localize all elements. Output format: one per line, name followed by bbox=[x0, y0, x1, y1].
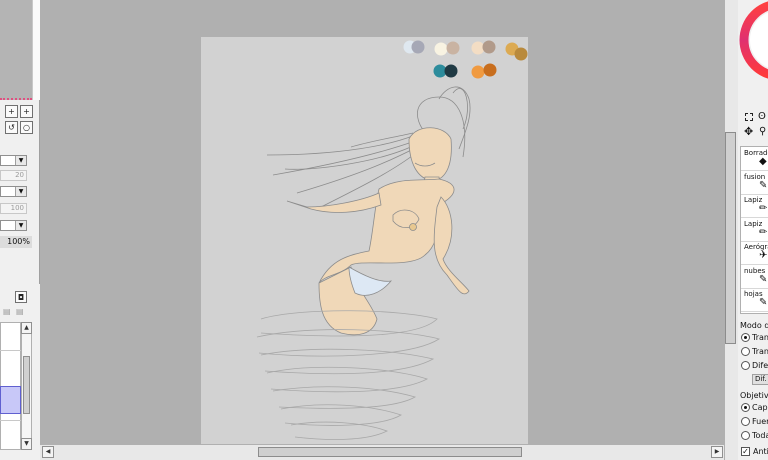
tool-item[interactable]: Borrado◆ bbox=[741, 147, 768, 171]
navigator-scrollbar[interactable] bbox=[32, 0, 40, 100]
hair-stroke bbox=[266, 134, 416, 156]
layer-divider bbox=[0, 350, 21, 351]
tool-item[interactable]: Lapiz ✏ bbox=[741, 194, 768, 218]
skin-shape bbox=[408, 127, 452, 182]
antialias-checkbox[interactable]: ✓ bbox=[741, 447, 750, 456]
select-rect-icon[interactable] bbox=[745, 113, 753, 121]
vertical-scroll-thumb[interactable] bbox=[725, 132, 736, 344]
scroll-left-icon[interactable]: ◀ bbox=[42, 446, 54, 458]
blend-mode-option-label: Tran bbox=[752, 347, 768, 356]
wind-swirl-stroke bbox=[266, 366, 429, 393]
target-option-label: Fuer bbox=[752, 417, 768, 426]
blend-mode-label: Modo de bbox=[740, 321, 768, 330]
palette-swatch bbox=[446, 41, 460, 55]
zoom-out-icon[interactable]: + bbox=[20, 105, 33, 118]
target-radio[interactable] bbox=[741, 431, 750, 440]
rotate-left-icon[interactable]: ↺ bbox=[5, 121, 18, 134]
tool-item[interactable]: Aerógra✈ bbox=[741, 241, 768, 265]
zoom-in-icon[interactable]: + bbox=[5, 105, 18, 118]
navigator-preview[interactable] bbox=[0, 0, 32, 100]
swimsuit-bottom bbox=[348, 266, 392, 296]
zoom-icon[interactable]: ⚲ bbox=[759, 126, 766, 137]
tool-list: Borrado◆fusion✎Lapiz✏Lapiz✏Aerógra✈nubes… bbox=[740, 146, 768, 314]
brush-icon: ✎ bbox=[759, 273, 768, 285]
tool-item[interactable]: nubes ✎ bbox=[741, 265, 768, 289]
blend-mode-option-label: Difer bbox=[752, 361, 768, 370]
palette-swatch bbox=[471, 41, 485, 55]
min-size-field[interactable]: 20 bbox=[0, 170, 27, 181]
scroll-right-icon[interactable]: ▶ bbox=[711, 446, 723, 458]
blend-mode-radio[interactable] bbox=[741, 347, 750, 356]
blend-mode-option-label: Tran bbox=[752, 333, 768, 342]
move-icon[interactable]: ✥ bbox=[744, 126, 753, 137]
new-folder-icon[interactable]: ▤ bbox=[16, 307, 24, 316]
layer-item-selected[interactable] bbox=[0, 386, 21, 414]
target-option-label: Capa bbox=[752, 403, 768, 412]
airbrush-icon: ✈ bbox=[759, 250, 768, 261]
dif-button[interactable]: Dif. bbox=[752, 374, 768, 385]
chevron-down-icon: ▼ bbox=[15, 221, 26, 230]
hair-stroke bbox=[452, 88, 468, 130]
target-radio[interactable] bbox=[741, 403, 750, 412]
palette-swatch bbox=[434, 42, 448, 56]
skin-shape bbox=[318, 178, 455, 284]
reset-view-icon[interactable]: ○ bbox=[20, 121, 33, 134]
right-panel: ʘ ✥ ⚲ Borrado◆fusion✎Lapiz✏Lapiz✏Aerógra… bbox=[738, 0, 768, 460]
scroll-down-icon[interactable]: ▼ bbox=[21, 438, 32, 450]
palette-swatch bbox=[482, 40, 496, 54]
chest-gem bbox=[409, 223, 417, 231]
brush-shape-select[interactable]: ▼ bbox=[0, 186, 27, 197]
artwork-drawing bbox=[256, 40, 528, 440]
layer-divider bbox=[0, 420, 21, 421]
palette-swatch bbox=[514, 47, 528, 61]
skin-shape bbox=[286, 192, 382, 213]
lasso-icon[interactable]: ʘ bbox=[758, 111, 766, 122]
layer-scroll-thumb[interactable] bbox=[23, 356, 30, 414]
new-layer-icon[interactable]: ▤ bbox=[3, 307, 11, 316]
pencil-icon: ✏ bbox=[759, 203, 768, 214]
palette-swatches bbox=[403, 40, 528, 79]
scroll-up-icon[interactable]: ▲ bbox=[21, 322, 32, 334]
color-wheel[interactable] bbox=[738, 0, 768, 90]
palette-swatch bbox=[471, 65, 485, 79]
horizontal-scroll-thumb[interactable] bbox=[258, 447, 522, 457]
density-field[interactable]: 100 bbox=[0, 203, 27, 214]
brush-mode-select[interactable]: ▼ bbox=[0, 155, 27, 166]
opacity-field[interactable]: 100% bbox=[0, 236, 32, 248]
blend-mode-radio[interactable] bbox=[741, 333, 750, 342]
tool-item[interactable]: fusion ✎ bbox=[741, 171, 768, 195]
blend-brush-icon: ✎ bbox=[759, 179, 768, 191]
texture-select[interactable]: ▼ bbox=[0, 220, 27, 231]
wind-swirl-stroke bbox=[260, 348, 435, 375]
pencil-icon: ✏ bbox=[759, 226, 768, 238]
chevron-down-icon: ▼ bbox=[15, 156, 26, 165]
skin-shape bbox=[433, 196, 470, 295]
tool-item[interactable]: hojas ✎ bbox=[741, 288, 768, 312]
brush-icon: ✎ bbox=[759, 297, 768, 308]
antialias-label: Anti- bbox=[753, 447, 768, 456]
palette-swatch bbox=[483, 63, 497, 77]
palette-swatch bbox=[444, 64, 458, 78]
layer-mask-icon[interactable]: ◘ bbox=[15, 291, 27, 303]
target-option-label: Toda bbox=[752, 431, 768, 440]
target-label: Objetivo bbox=[740, 391, 768, 400]
target-radio[interactable] bbox=[741, 417, 750, 426]
tool-item[interactable]: Lapiz ✏ bbox=[741, 218, 768, 242]
eraser-icon: ◆ bbox=[759, 156, 767, 167]
blend-mode-radio[interactable] bbox=[741, 361, 750, 370]
palette-swatch bbox=[411, 40, 425, 54]
chevron-down-icon: ▼ bbox=[15, 187, 26, 196]
